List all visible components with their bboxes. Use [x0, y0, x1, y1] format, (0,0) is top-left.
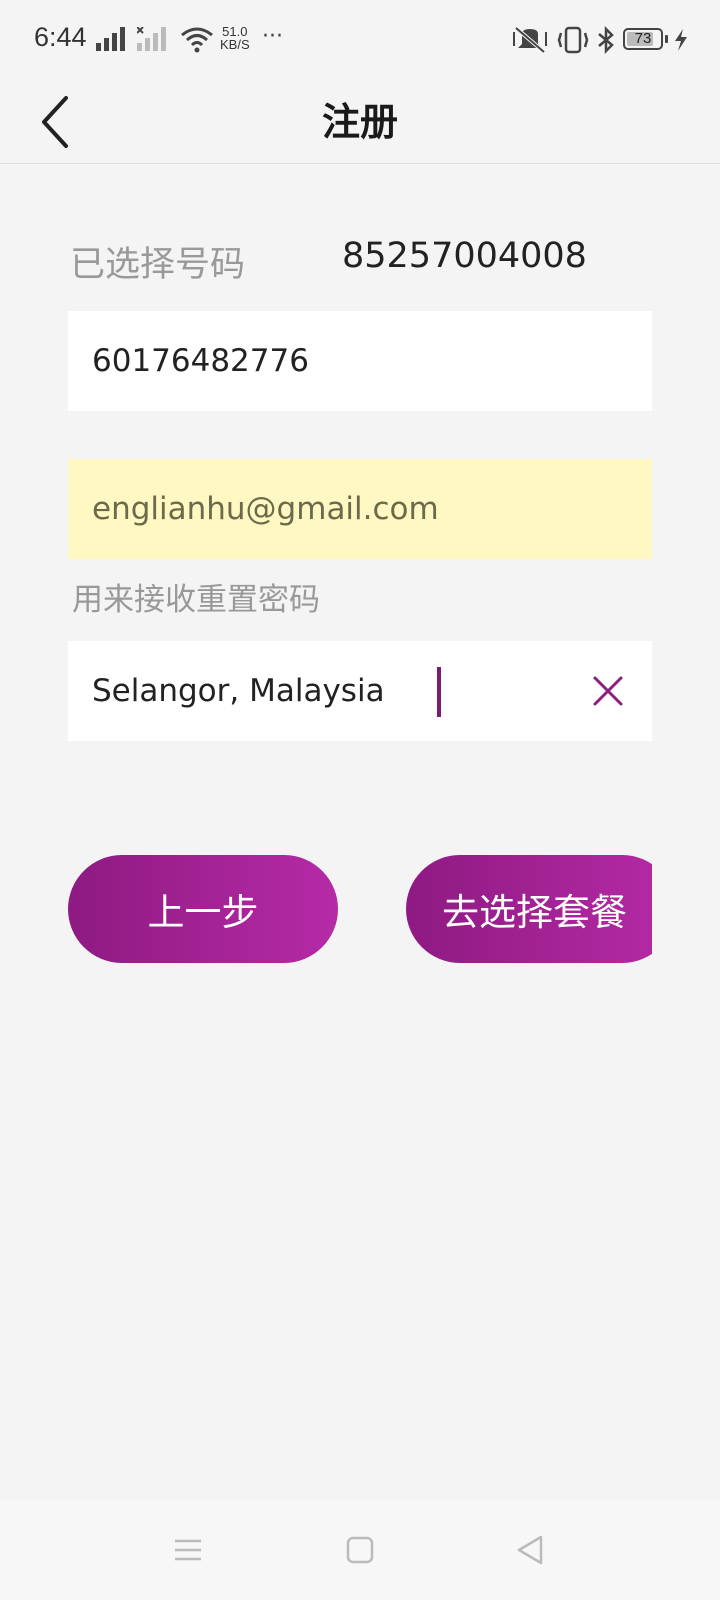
signal-no-service-icon [137, 27, 166, 51]
close-icon [593, 676, 623, 706]
network-speed: 51.0 KB/S [220, 25, 250, 51]
more-icon: ··· [262, 24, 283, 49]
home-button[interactable] [330, 1528, 390, 1572]
back-button[interactable] [20, 86, 92, 158]
phone-field[interactable] [68, 311, 652, 411]
back-nav-button[interactable] [500, 1528, 560, 1572]
previous-step-button[interactable]: 上一步 [68, 855, 338, 963]
phone-input[interactable] [68, 311, 652, 411]
battery-nub [665, 35, 668, 43]
select-plan-button-clip: 去选择套餐 [406, 855, 652, 963]
status-time: 6:44 [34, 22, 87, 52]
recents-button[interactable] [158, 1528, 218, 1572]
region-input[interactable] [68, 641, 652, 741]
charging-icon [675, 29, 687, 51]
clear-button[interactable] [584, 667, 632, 715]
system-nav-bar [0, 1500, 720, 1600]
menu-icon [175, 1539, 201, 1561]
vibrate-icon [557, 26, 589, 54]
selected-number-value: 85257004008 [342, 236, 587, 276]
app-header: 注册 [0, 80, 720, 164]
bluetooth-icon [598, 26, 614, 54]
region-field[interactable] [68, 641, 652, 741]
battery-level: 73 [634, 30, 652, 47]
email-hint: 用来接收重置密码 [72, 582, 320, 618]
email-field[interactable] [68, 459, 652, 559]
signal-icon [96, 27, 125, 51]
wifi-icon [181, 27, 213, 53]
back-triangle-icon [517, 1535, 543, 1565]
mute-vibrate-icon [513, 26, 547, 54]
select-plan-button[interactable]: 去选择套餐 [406, 855, 652, 963]
network-speed-unit: KB/S [220, 37, 250, 52]
battery-icon: 73 [623, 28, 663, 50]
text-cursor [437, 667, 441, 717]
status-bar: 6:44 51.0 KB/S ··· 73 [0, 0, 720, 80]
home-square-icon [346, 1536, 374, 1564]
page-title: 注册 [321, 99, 398, 144]
selected-number-label: 已选择号码 [70, 245, 246, 285]
email-input[interactable] [68, 459, 652, 559]
chevron-left-icon [42, 96, 68, 148]
